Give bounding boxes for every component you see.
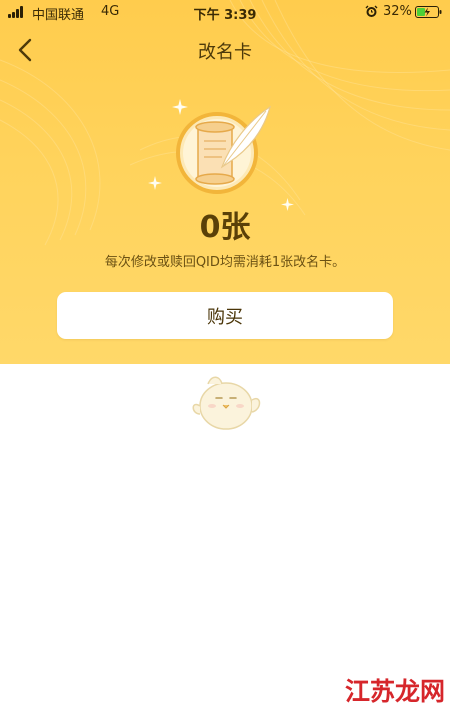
status-bar: 中国联通 4G 下午 3:39 32% <box>0 0 450 24</box>
page-title: 改名卡 <box>198 42 252 63</box>
alarm-icon <box>365 5 378 17</box>
battery-charging-icon <box>415 6 442 18</box>
chick-mascot-icon <box>192 376 261 430</box>
scroll-quill-icon <box>176 105 271 194</box>
sparkle-icon <box>148 176 162 190</box>
buy-button[interactable]: 购买 <box>57 292 393 339</box>
card-count: 0张 <box>199 210 251 245</box>
hero-banner: 中国联通 4G 下午 3:39 32% 改名卡 0张 每次修改或赎回QID均需消… <box>0 0 450 364</box>
battery-percentage: 32% <box>383 4 412 19</box>
site-watermark-logo: 江苏龙网 <box>345 677 445 706</box>
watermark-text: 江苏龙网 <box>345 677 445 706</box>
card-description: 每次修改或赎回QID均需消耗1张改名卡。 <box>104 255 346 270</box>
